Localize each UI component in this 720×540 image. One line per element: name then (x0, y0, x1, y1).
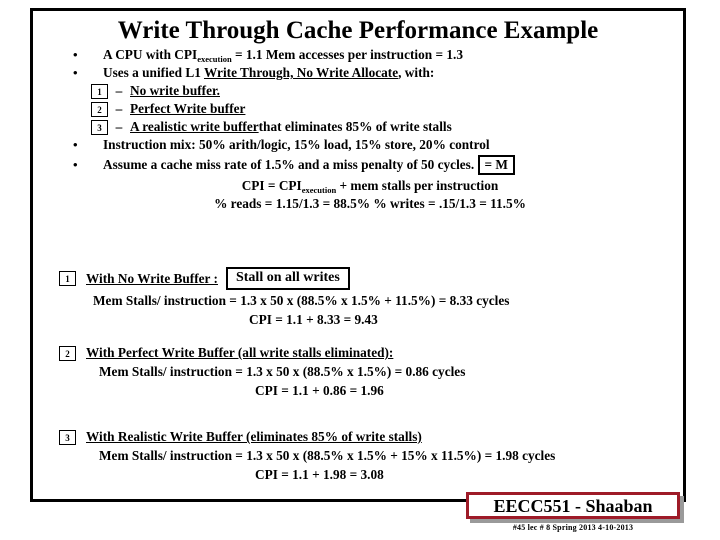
cpi-formula-line: CPI = CPIexecution + mem stalls per inst… (65, 178, 675, 196)
cache-config-underlined: Write Through, No Write Allocate (203, 65, 399, 80)
case-2-heading: With Perfect Write Buffer (all write sta… (86, 345, 394, 360)
cpu-spec-post: = 1.1 Mem accesses per instruction = 1.3 (231, 47, 463, 62)
sub-bullet-perfect-write-buffer: 2 – Perfect Write buffer (65, 101, 675, 117)
number-badge-3: 3 (59, 429, 76, 445)
case-2-header: 2 With Perfect Write Buffer (all write s… (59, 345, 683, 361)
case-block-no-write-buffer: 1 With No Write Buffer : Stall on all wr… (59, 267, 683, 328)
case-2-cpi-line: CPI = 1.1 + 0.86 = 1.96 (255, 383, 384, 398)
case-block-perfect-write-buffer: 2 With Perfect Write Buffer (all write s… (59, 345, 683, 399)
bullet-marker-icon: • (73, 137, 78, 152)
bullet-text-instruction-mix: Instruction mix: 50% arith/logic, 15% lo… (103, 137, 490, 152)
bullet-text-miss-rate: Assume a cache miss rate of 1.5% and a m… (103, 155, 675, 176)
dash-marker-icon: – (115, 119, 123, 134)
bullet-item-cpu-spec: • A CPU with CPIexecution = 1.1 Mem acce… (65, 47, 675, 64)
sub-bullet-tail-3: that eliminates 85% of write stalls (258, 119, 452, 134)
number-badge-2: 2 (91, 101, 108, 117)
dash-marker-icon: – (115, 83, 123, 98)
bullet-text-cpu-spec: A CPU with CPIexecution = 1.1 Mem access… (103, 47, 675, 64)
bullet-text-cache-config: Uses a unified L1 Write Through, No Writ… (103, 65, 675, 81)
cpi-formula-post: + mem stalls per instruction (336, 178, 499, 194)
bullet-marker-icon: • (73, 157, 78, 172)
case-3-header: 3 With Realistic Write Buffer (eliminate… (59, 429, 683, 445)
sub-bullet-realistic-write-buffer: 3 – A realistic write buffer that elimin… (65, 119, 675, 135)
case-block-realistic-write-buffer: 3 With Realistic Write Buffer (eliminate… (59, 429, 683, 483)
bullet-item-miss-rate: • Assume a cache miss rate of 1.5% and a… (65, 155, 675, 176)
cpu-spec-pre: A CPU with CPI (103, 47, 198, 62)
sub-bullet-label-1: No write buffer. (130, 83, 220, 98)
bullet-marker-icon: • (73, 47, 78, 62)
number-badge-3: 3 (91, 119, 108, 135)
sub-bullet-label-2: Perfect Write buffer (130, 101, 246, 116)
bullet-item-cache-config: • Uses a unified L1 Write Through, No Wr… (65, 65, 675, 81)
number-badge-1: 1 (59, 271, 76, 286)
case-1-header: 1 With No Write Buffer : Stall on all wr… (59, 267, 683, 290)
page-title: Write Through Cache Performance Example (117, 17, 599, 44)
number-badge-2: 2 (59, 345, 76, 361)
cpi-subscript-execution: execution (197, 54, 232, 64)
case-3-heading: With Realistic Write Buffer (eliminates … (86, 429, 422, 444)
course-stamp: EECC551 - Shaaban (466, 492, 680, 519)
m-annotation-box: = M (477, 155, 515, 176)
sub-bullet-label-3: A realistic write buffer (130, 119, 259, 134)
bullet-marker-icon: • (73, 65, 78, 80)
cpi-formula-pre: CPI = CPI (241, 178, 302, 194)
case-1-cpi-line: CPI = 1.1 + 8.33 = 9.43 (249, 312, 378, 327)
cpi-subscript-execution: execution (301, 185, 337, 196)
number-badge-1: 1 (91, 83, 108, 99)
miss-rate-text: Assume a cache miss rate of 1.5% and a m… (103, 157, 475, 172)
cache-config-post: , with: (398, 65, 435, 80)
slide-frame: Write Through Cache Performance Example … (30, 8, 686, 502)
slide-caption: #45 lec # 8 Spring 2013 4-10-2013 (512, 523, 634, 532)
case-1-heading: With No Write Buffer : (86, 270, 218, 286)
case-3-cpi-line: CPI = 1.1 + 1.98 = 3.08 (255, 467, 384, 482)
sub-bullet-no-write-buffer: 1 – No write buffer. (65, 83, 675, 99)
stall-on-all-writes-badge: Stall on all writes (225, 267, 350, 290)
bullet-item-instruction-mix: • Instruction mix: 50% arith/logic, 15% … (65, 137, 675, 153)
dash-marker-icon: – (115, 101, 123, 116)
case-1-mem-stalls-line: Mem Stalls/ instruction = 1.3 x 50 x (88… (93, 293, 510, 308)
case-2-mem-stalls-line: Mem Stalls/ instruction = 1.3 x 50 x (88… (99, 364, 466, 379)
bullet-list: • A CPU with CPIexecution = 1.1 Mem acce… (65, 47, 675, 212)
case-3-mem-stalls-line: Mem Stalls/ instruction = 1.3 x 50 x (88… (99, 448, 556, 463)
cache-config-pre: Uses a unified L1 (103, 65, 204, 80)
read-write-percent-line: % reads = 1.15/1.3 = 88.5% % writes = .1… (214, 196, 526, 212)
